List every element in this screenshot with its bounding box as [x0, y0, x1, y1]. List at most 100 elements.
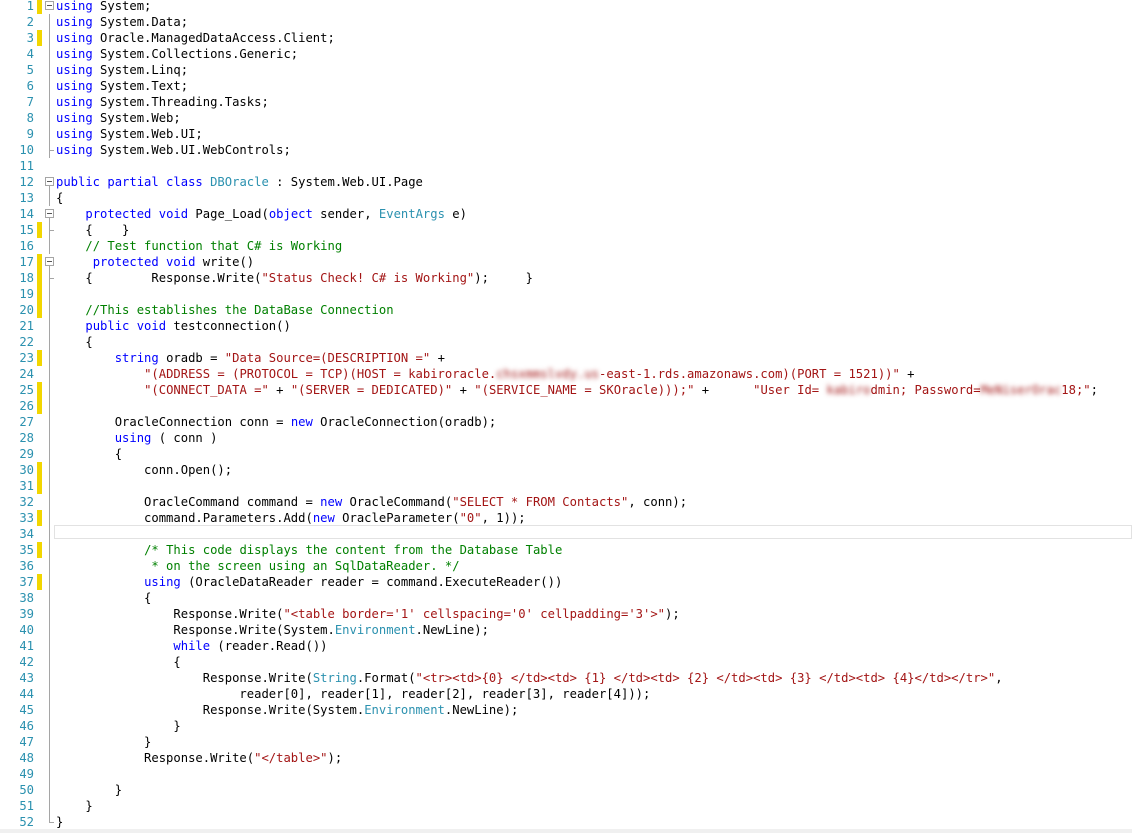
- code-line[interactable]: 40 Response.Write(System.Environment.New…: [0, 622, 1132, 638]
- code-text[interactable]: using System.Web;: [56, 110, 181, 126]
- code-text[interactable]: using System.Web.UI;: [56, 126, 203, 142]
- code-line[interactable]: 47 }: [0, 734, 1132, 750]
- code-text[interactable]: OracleCommand command = new OracleComman…: [56, 494, 687, 510]
- code-line[interactable]: 8 using System.Web;: [0, 110, 1132, 126]
- code-line[interactable]: 27 OracleConnection conn = new OracleCon…: [0, 414, 1132, 430]
- code-line[interactable]: 29 {: [0, 446, 1132, 462]
- code-line[interactable]: 23 string oradb = "Data Source=(DESCRIPT…: [0, 350, 1132, 366]
- code-text[interactable]: using ( conn ): [56, 430, 218, 446]
- code-text[interactable]: //This establishes the DataBase Connecti…: [56, 302, 393, 318]
- code-text[interactable]: { }: [56, 222, 129, 238]
- code-text[interactable]: using System.Data;: [56, 14, 188, 30]
- code-line[interactable]: 7 using System.Threading.Tasks;: [0, 94, 1132, 110]
- code-text[interactable]: conn.Open();: [56, 462, 232, 478]
- code-line[interactable]: 25 "(CONNECT_DATA =" + "(SERVER = DEDICA…: [0, 382, 1132, 398]
- code-text[interactable]: Response.Write("</table>");: [56, 750, 342, 766]
- code-text[interactable]: using System.Web.UI.WebControls;: [56, 142, 291, 158]
- code-text[interactable]: Response.Write(System.Environment.NewLin…: [56, 622, 489, 638]
- code-text[interactable]: {: [56, 446, 122, 462]
- code-line[interactable]: 50 }: [0, 782, 1132, 798]
- code-line[interactable]: 35 /* This code displays the content fro…: [0, 542, 1132, 558]
- code-line[interactable]: 18 { Response.Write("Status Check! C# is…: [0, 270, 1132, 286]
- code-line[interactable]: 12 public partial class DBOracle : System…: [0, 174, 1132, 190]
- code-text[interactable]: {: [56, 590, 151, 606]
- code-line[interactable]: 36 * on the screen using an SqlDataReade…: [0, 558, 1132, 574]
- code-line[interactable]: 30 conn.Open();: [0, 462, 1132, 478]
- code-text[interactable]: public void testconnection(): [56, 318, 290, 334]
- collapse-toggle-icon[interactable]: [44, 0, 55, 14]
- code-line[interactable]: 1 using System;: [0, 0, 1132, 14]
- code-text[interactable]: protected void Page_Load(object sender, …: [56, 206, 467, 222]
- code-text[interactable]: Response.Write("<table border='1' cellsp…: [56, 606, 679, 622]
- code-line[interactable]: 22 {: [0, 334, 1132, 350]
- code-text[interactable]: * on the screen using an SqlDataReader. …: [56, 558, 459, 574]
- code-text[interactable]: Response.Write(String.Format("<tr><td>{0…: [56, 670, 1003, 686]
- code-line[interactable]: 34: [0, 526, 1132, 542]
- horizontal-scrollbar[interactable]: [0, 829, 1132, 833]
- code-line[interactable]: 2 using System.Data;: [0, 14, 1132, 30]
- code-text[interactable]: "(ADDRESS = (PROTOCOL = TCP)(HOST = kabi…: [56, 366, 914, 382]
- code-line[interactable]: 5 using System.Linq;: [0, 62, 1132, 78]
- code-line[interactable]: 39 Response.Write("<table border='1' cel…: [0, 606, 1132, 622]
- code-text[interactable]: }: [56, 718, 180, 734]
- code-text[interactable]: }: [56, 782, 122, 798]
- code-line[interactable]: 24 "(ADDRESS = (PROTOCOL = TCP)(HOST = k…: [0, 366, 1132, 382]
- code-text[interactable]: /* This code displays the content from t…: [56, 542, 562, 558]
- code-line[interactable]: 33 command.Parameters.Add(new OraclePara…: [0, 510, 1132, 526]
- code-line[interactable]: 19: [0, 286, 1132, 302]
- code-line[interactable]: 48 Response.Write("</table>");: [0, 750, 1132, 766]
- code-line[interactable]: 13 {: [0, 190, 1132, 206]
- code-line[interactable]: 32 OracleCommand command = new OracleCom…: [0, 494, 1132, 510]
- code-text[interactable]: using System.Text;: [56, 78, 188, 94]
- code-text[interactable]: {: [56, 334, 92, 350]
- code-line[interactable]: 52}: [0, 814, 1132, 830]
- collapse-toggle-icon[interactable]: [44, 174, 55, 190]
- code-line[interactable]: 15 { }: [0, 222, 1132, 238]
- code-line[interactable]: 10 using System.Web.UI.WebControls;: [0, 142, 1132, 158]
- code-text[interactable]: { Response.Write("Status Check! C# is Wo…: [56, 270, 533, 286]
- code-line[interactable]: 11: [0, 158, 1132, 174]
- code-text[interactable]: using System;: [56, 0, 151, 14]
- code-line[interactable]: 21 public void testconnection(): [0, 318, 1132, 334]
- code-line[interactable]: 51 }: [0, 798, 1132, 814]
- code-line[interactable]: 41 while (reader.Read()): [0, 638, 1132, 654]
- code-line[interactable]: 20 //This establishes the DataBase Conne…: [0, 302, 1132, 318]
- code-text[interactable]: using System.Collections.Generic;: [56, 46, 298, 62]
- code-text[interactable]: {: [56, 190, 63, 206]
- code-text[interactable]: using (OracleDataReader reader = command…: [56, 574, 562, 590]
- code-line[interactable]: 38 {: [0, 590, 1132, 606]
- code-text[interactable]: Response.Write(System.Environment.NewLin…: [56, 702, 519, 718]
- code-line[interactable]: 6 using System.Text;: [0, 78, 1132, 94]
- code-text[interactable]: public partial class DBOracle : System.W…: [56, 174, 423, 190]
- code-text[interactable]: string oradb = "Data Source=(DESCRIPTION…: [56, 350, 445, 366]
- code-line[interactable]: 46 }: [0, 718, 1132, 734]
- code-line[interactable]: 16 // Test function that C# is Working: [0, 238, 1132, 254]
- code-line[interactable]: 43 Response.Write(String.Format("<tr><td…: [0, 670, 1132, 686]
- code-line[interactable]: 31: [0, 478, 1132, 494]
- code-text[interactable]: "(CONNECT_DATA =" + "(SERVER = DEDICATED…: [56, 382, 1098, 398]
- code-line[interactable]: 14 protected void Page_Load(object sende…: [0, 206, 1132, 222]
- code-line[interactable]: 26: [0, 398, 1132, 414]
- code-text[interactable]: protected void write(): [56, 254, 254, 270]
- code-text[interactable]: {: [56, 654, 180, 670]
- code-line[interactable]: 17 protected void write(): [0, 254, 1132, 270]
- code-text[interactable]: command.Parameters.Add(new OracleParamet…: [56, 510, 526, 526]
- collapse-toggle-icon[interactable]: [44, 206, 55, 222]
- code-line[interactable]: 42 {: [0, 654, 1132, 670]
- code-line[interactable]: 49: [0, 766, 1132, 782]
- code-text[interactable]: using Oracle.ManagedDataAccess.Client;: [56, 30, 335, 46]
- code-line[interactable]: 28 using ( conn ): [0, 430, 1132, 446]
- code-text[interactable]: using System.Linq;: [56, 62, 188, 78]
- code-text[interactable]: }: [56, 814, 63, 830]
- code-text[interactable]: using System.Threading.Tasks;: [56, 94, 269, 110]
- code-line[interactable]: 9 using System.Web.UI;: [0, 126, 1132, 142]
- code-text[interactable]: }: [56, 798, 92, 814]
- code-line[interactable]: 4 using System.Collections.Generic;: [0, 46, 1132, 62]
- code-line[interactable]: 44 reader[0], reader[1], reader[2], read…: [0, 686, 1132, 702]
- code-editor[interactable]: 1 using System; 2 using System.Data; 3 using …: [0, 0, 1132, 833]
- code-text[interactable]: while (reader.Read()): [56, 638, 327, 654]
- code-line[interactable]: 3 using Oracle.ManagedDataAccess.Client;: [0, 30, 1132, 46]
- code-text[interactable]: reader[0], reader[1], reader[2], reader[…: [56, 686, 650, 702]
- code-text[interactable]: // Test function that C# is Working: [56, 238, 342, 254]
- code-text[interactable]: OracleConnection conn = new OracleConnec…: [56, 414, 497, 430]
